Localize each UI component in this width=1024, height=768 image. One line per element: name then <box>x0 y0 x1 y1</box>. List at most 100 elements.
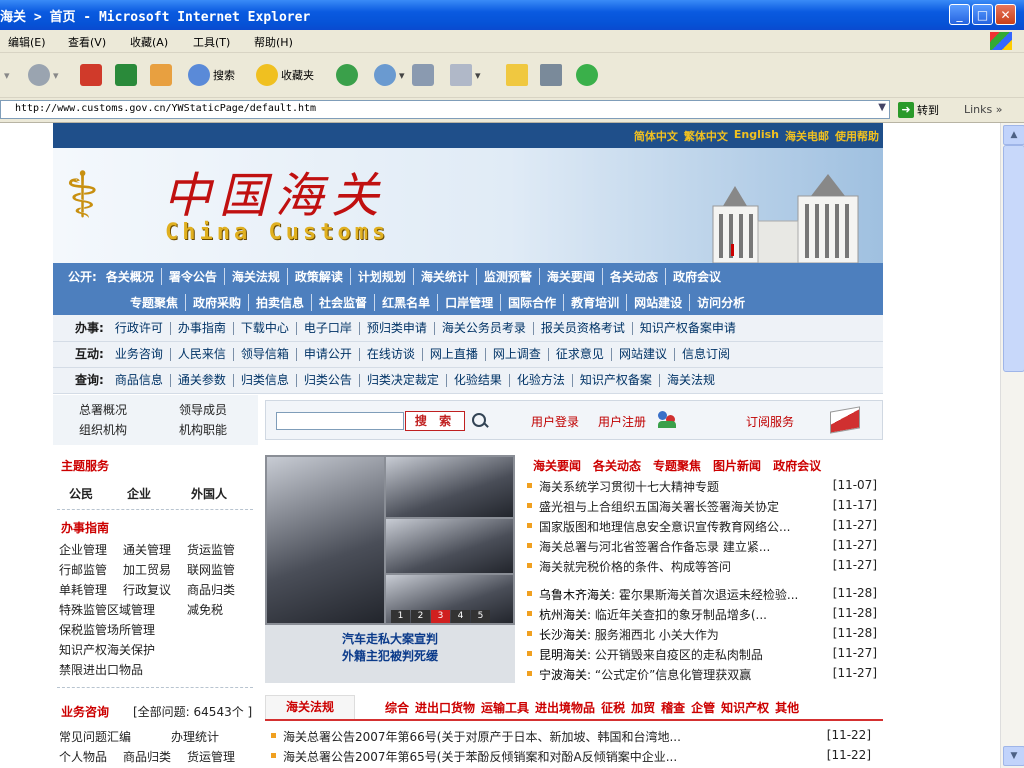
nav-interact-link[interactable]: 网上直播 <box>423 347 486 361</box>
go-button[interactable]: ➜ 转到 <box>898 102 939 118</box>
nav-link[interactable]: 监测预警 <box>477 267 540 285</box>
news-title[interactable]: 长沙海关: 服务湘西北 小关大作为 <box>539 626 824 643</box>
news-title[interactable]: 盛光祖与上合组织五国海关署长签署海关协定 <box>539 498 824 515</box>
nav-interact-link[interactable]: 信息订阅 <box>675 347 737 361</box>
news-title[interactable]: 海关系统学习贯彻十七大精神专题 <box>539 478 824 495</box>
nav-query-link[interactable]: 化验结果 <box>447 373 510 387</box>
regulation-item[interactable]: 海关总署公告2007年第66号(关于对原产于日本、新加坡、韩国和台湾地... [1… <box>271 727 871 745</box>
nav-interact-link[interactable]: 申请公开 <box>297 347 360 361</box>
refresh-button[interactable] <box>115 61 137 89</box>
stop-button[interactable] <box>80 61 102 89</box>
nav-link[interactable]: 专题聚焦 <box>123 293 187 311</box>
reg-category[interactable]: 其他 <box>775 699 799 716</box>
photo-page-5[interactable]: 5 <box>471 610 490 623</box>
edit-button[interactable]: ▾ <box>450 61 481 89</box>
nav-link[interactable]: 国际合作 <box>501 293 565 311</box>
regulation-title[interactable]: 海关总署公告2007年第65号(关于苯酚反倾销案和对酚A反倾销案中企业... <box>283 748 783 765</box>
nav-interact-link[interactable]: 征求意见 <box>549 347 612 361</box>
sidebar-consult-link[interactable]: 商品归类 <box>123 748 171 765</box>
top-link-simplified[interactable]: 简体中文 <box>634 128 678 144</box>
news-item[interactable]: 长沙海关: 服务湘西北 小关大作为 [11-28] <box>527 625 883 643</box>
sidebar-guide-link[interactable]: 保税监管场所管理 <box>59 621 155 638</box>
news-title[interactable]: 海关就完税价格的条件、构成等答问 <box>539 558 824 575</box>
nav-link[interactable]: 访问分析 <box>690 294 752 311</box>
nav-work-link[interactable]: 下载中心 <box>234 321 297 335</box>
nav-link[interactable]: 署令公告 <box>162 267 225 285</box>
reg-category[interactable]: 运输工具 <box>481 699 529 716</box>
photo-page-4[interactable]: 4 <box>451 610 470 623</box>
home-button[interactable] <box>150 61 172 89</box>
sidebar-guide-link[interactable]: 禁限进出口物品 <box>59 661 143 678</box>
research-button[interactable] <box>540 61 562 89</box>
top-link-help[interactable]: 使用帮助 <box>835 128 879 144</box>
user-register-link[interactable]: 用户注册 <box>598 413 646 430</box>
nav-interact-link[interactable]: 人民来信 <box>171 347 234 361</box>
sidebar-theme-link[interactable]: 公民 <box>69 485 93 502</box>
nav-query-link[interactable]: 商品信息 <box>108 373 171 387</box>
sidebar-about-link[interactable]: 机构职能 <box>179 421 227 438</box>
sidebar-consult-link[interactable]: 个人物品 <box>59 748 107 765</box>
minimize-button[interactable]: _ <box>949 4 970 25</box>
nav-work-link[interactable]: 预归类申请 <box>360 321 435 335</box>
links-toolbar[interactable]: Links » <box>964 103 1003 116</box>
nav-work-link[interactable]: 知识产权备案申请 <box>633 321 743 335</box>
nav-query-link[interactable]: 海关法规 <box>660 373 722 387</box>
address-input[interactable]: http://www.customs.gov.cn/YWStaticPage/d… <box>0 100 890 119</box>
photo-page-2[interactable]: 2 <box>411 610 430 623</box>
news-title[interactable]: 乌鲁木齐海关: 霍尔果斯海关首次退运未经检验... <box>539 586 824 603</box>
reg-category[interactable]: 进出境物品 <box>535 699 595 716</box>
news-tab[interactable]: 海关要闻 <box>533 457 581 474</box>
news-tab[interactable]: 图片新闻 <box>713 457 761 474</box>
menu-favorites[interactable]: 收藏(A) <box>130 34 168 50</box>
scroll-down-arrow-icon[interactable]: ▼ <box>1003 746 1024 766</box>
forward-button[interactable]: ▾ <box>28 61 59 89</box>
subscribe-link[interactable]: 订阅服务 <box>746 413 794 430</box>
history-button[interactable] <box>336 61 358 89</box>
messenger-button[interactable] <box>576 61 598 89</box>
sidebar-theme-link[interactable]: 外国人 <box>191 485 227 502</box>
reg-category[interactable]: 企管 <box>691 699 715 716</box>
nav-link[interactable]: 各关动态 <box>603 267 666 285</box>
photo-caption-line1[interactable]: 汽车走私大案宣判 <box>265 631 515 648</box>
search-toolbar-button[interactable]: 搜索 <box>188 61 235 89</box>
news-item[interactable]: 海关系统学习贯彻十七大精神专题 [11-07] <box>527 477 883 495</box>
news-tab[interactable]: 政府会议 <box>773 457 821 474</box>
sidebar-guide-link[interactable]: 特殊监管区域管理 <box>59 601 155 618</box>
sidebar-guide-link[interactable]: 货运监管 <box>187 541 235 558</box>
regulations-tab[interactable]: 海关法规 <box>265 695 355 719</box>
sidebar-consult-link[interactable]: 常见问题汇编 <box>59 728 131 745</box>
nav-link[interactable]: 政策解读 <box>288 267 351 285</box>
news-title[interactable]: 昆明海关: 公开销毁来自疫区的走私肉制品 <box>539 646 824 663</box>
nav-work-link[interactable]: 报关员资格考试 <box>534 321 633 335</box>
nav-interact-link[interactable]: 网站建议 <box>612 347 675 361</box>
nav-interact-link[interactable]: 业务咨询 <box>108 347 171 361</box>
sidebar-guide-link[interactable]: 知识产权海关保护 <box>59 641 155 658</box>
sidebar-consult-count[interactable]: [全部问题: 64543个 ] <box>133 703 252 720</box>
top-link-email[interactable]: 海关电邮 <box>785 128 829 144</box>
nav-interact-link[interactable]: 在线访谈 <box>360 347 423 361</box>
news-item[interactable]: 海关就完税价格的条件、构成等答问 [11-27] <box>527 557 883 575</box>
menu-edit[interactable]: 编辑(E) <box>8 34 46 50</box>
sidebar-guide-link[interactable]: 商品归类 <box>187 581 235 598</box>
nav-link[interactable]: 各关概况 <box>99 267 162 285</box>
news-item[interactable]: 杭州海关: 临近年关查扣的象牙制品增多(... [11-28] <box>527 605 883 623</box>
photo-caption-line2[interactable]: 外籍主犯被判死缓 <box>265 648 515 665</box>
scroll-thumb[interactable] <box>1003 145 1024 372</box>
nav-interact-link[interactable]: 领导信箱 <box>234 347 297 361</box>
close-button[interactable]: ✕ <box>995 4 1016 25</box>
back-button[interactable]: ▾ <box>4 61 10 89</box>
user-login-link[interactable]: 用户登录 <box>531 413 579 430</box>
sidebar-guide-link[interactable]: 企业管理 <box>59 541 107 558</box>
nav-link[interactable]: 政府会议 <box>666 268 728 285</box>
nav-link[interactable]: 教育培训 <box>564 293 628 311</box>
nav-link[interactable]: 社会监督 <box>312 293 376 311</box>
nav-link[interactable]: 政府采购 <box>186 293 250 311</box>
reg-category[interactable]: 知识产权 <box>721 699 769 716</box>
reg-category[interactable]: 稽查 <box>661 699 685 716</box>
reg-category[interactable]: 征税 <box>601 699 625 716</box>
nav-work-link[interactable]: 办事指南 <box>171 321 234 335</box>
news-title[interactable]: 杭州海关: 临近年关查扣的象牙制品增多(... <box>539 606 824 623</box>
site-search-input[interactable] <box>276 412 404 430</box>
news-photo[interactable]: 1 2 3 4 5 汽车走私大案宣判 外籍主犯被判死缓 <box>265 455 515 683</box>
sidebar-guide-link[interactable]: 单耗管理 <box>59 581 107 598</box>
